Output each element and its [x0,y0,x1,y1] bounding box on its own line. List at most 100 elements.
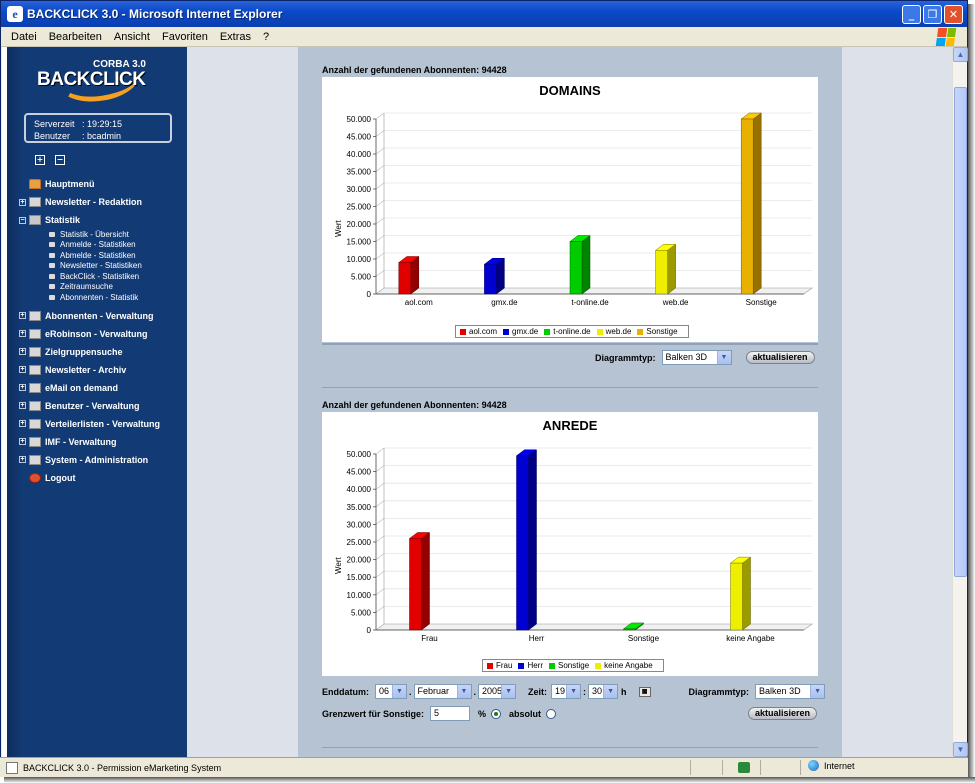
y-tick-label: 40.000 [347,150,372,159]
sidebar-item-hauptmenu[interactable]: Hauptmenü [7,175,187,193]
sub-item-abmelde-statistiken[interactable]: Abmelde - Statistiken [7,250,187,261]
server-info-box: Serverzeit: 19:29:15 Benutzer: bcadmin [24,113,172,143]
expand-icon[interactable]: + [19,348,26,355]
sidebar-item-abonnenten-verwaltung[interactable]: + Abonnenten - Verwaltung [7,307,187,325]
sidebar-nav: Hauptmenü + Newsletter - Redaktion − Stati… [7,175,187,487]
y-tick-label: 45.000 [347,133,372,142]
anrede-diagrammtyp-select[interactable]: Balken 3D ▼ [755,684,826,699]
grenzwert-input[interactable]: 5 [430,706,471,721]
y-tick-label: 0 [367,626,372,635]
menu-extras[interactable]: Extras [220,31,251,43]
sidebar-item-logout[interactable]: Logout [7,469,187,487]
y-tick-label: 25.000 [347,538,372,547]
sub-bullet-icon [49,231,55,237]
anrede-chart-svg: 0 5.000 10.000 15.000 20.000 25.000 30.000 35.0… [347,447,813,643]
sidebar-item-newsletter-redaktion[interactable]: + Newsletter - Redaktion [7,193,187,211]
sub-item-anmelde-statistiken[interactable]: Anmelde - Statistiken [7,240,187,251]
sidebar-item-erobinson-verwaltung[interactable]: + eRobinson - Verwaltung [7,325,187,343]
menu-bearbeiten[interactable]: Bearbeiten [49,31,102,43]
calendar-icon[interactable]: ▦ [638,686,651,697]
close-button[interactable]: ✕ [944,5,963,24]
legend-item-keine-angabe: keine Angabe [595,661,653,670]
scroll-up-icon[interactable]: ▲ [953,47,968,62]
expand-icon[interactable]: + [19,384,26,391]
sidebar-item-zielgruppensuche[interactable]: + Zielgruppensuche [7,343,187,361]
domains-legend: aol.com gmx.de t-online.de web.de Sonsti… [455,325,689,338]
page-icon [6,761,18,774]
minimize-button[interactable]: _ [902,5,921,24]
y-tick-label: 30.000 [347,520,372,529]
vertical-scrollbar[interactable]: ▲ ▼ [952,47,968,757]
year-select[interactable]: 2005 ▼ [478,684,517,699]
sub-item-statistik-uebersicht[interactable]: Statistik - Übersicht [7,229,187,240]
legend-item-gmx: gmx.de [503,327,538,336]
scroll-down-icon[interactable]: ▼ [953,742,968,757]
absolut-radio[interactable] [546,708,557,719]
chevron-down-icon: ▼ [566,685,581,698]
domains-diagrammtyp-select[interactable]: Balken 3D ▼ [661,350,732,365]
bar-t-online-de [569,235,591,295]
menu-favoriten[interactable]: Favoriten [162,31,208,43]
y-tick-label: 0 [367,290,372,299]
x-tick-label: t-online.de [571,298,609,307]
percent-radio[interactable] [491,708,502,719]
y-tick-label: 25.000 [347,203,372,212]
sidebar-item-benutzer-verwaltung[interactable]: + Benutzer - Verwaltung [7,397,187,415]
home-icon [29,179,41,189]
section-divider [322,747,818,748]
expand-icon[interactable]: + [19,198,26,206]
sidebar-item-statistik[interactable]: − Statistik [7,211,187,229]
user-value: : bcadmin [82,131,122,141]
folder-icon [29,418,41,429]
menu-help[interactable]: ? [263,31,269,43]
stats-icon [29,215,41,225]
expand-icon[interactable]: + [19,402,26,409]
scroll-thumb[interactable] [954,87,967,577]
menu-datei[interactable]: Datei [11,31,37,43]
folder-icon [29,328,41,339]
sidebar-item-system-administration[interactable]: + System - Administration [7,451,187,469]
sidebar-item-email-on-demand[interactable]: + eMail on demand [7,379,187,397]
minute-select[interactable]: 30 ▼ [588,684,619,699]
menu-ansicht[interactable]: Ansicht [114,31,150,43]
collapse-all-icon[interactable]: − [55,155,65,165]
y-tick-label: 10.000 [347,255,372,264]
maximize-button[interactable]: ❐ [923,5,942,24]
y-tick-label: 35.000 [347,168,372,177]
sub-bullet-icon [49,263,55,269]
expand-icon[interactable]: + [19,366,26,373]
expand-icon[interactable]: + [19,438,26,445]
x-tick-label: Herr [529,634,545,643]
y-tick-label: 50.000 [347,115,372,124]
month-select[interactable]: Februar ▼ [413,684,472,699]
sub-bullet-icon [49,252,55,258]
hour-select[interactable]: 19 ▼ [551,684,582,699]
sub-item-backclick-statistiken[interactable]: BackClick - Statistiken [7,271,187,282]
sidebar-item-imf-verwaltung[interactable]: + IMF - Verwaltung [7,433,187,451]
absolut-label: absolut [509,708,542,719]
enddatum-label: Enddatum: [322,686,369,697]
chevron-down-icon: ▼ [603,685,618,698]
page-viewport: CORBA 3.0 BACKCLICK Serverzeit: 19:29:15… [2,47,952,757]
folder-icon [29,454,41,465]
expand-all-icon[interactable]: + [35,155,45,165]
domains-found-count: Anzahl der gefundenen Abonnenten: 94428 [322,65,507,75]
expand-icon[interactable]: + [19,420,26,427]
sub-item-newsletter-statistiken[interactable]: Newsletter - Statistiken [7,261,187,272]
anrede-update-button[interactable]: aktualisieren [748,707,818,720]
right-margin [842,47,952,757]
y-tick-label: 15.000 [347,238,372,247]
expand-icon[interactable]: + [19,330,26,337]
anrede-legend: Frau Herr Sonstige keine Angabe [482,659,664,672]
sub-item-abonnenten-statistik[interactable]: Abonnenten - Statistik [7,292,187,303]
sub-item-zeitraumsuche[interactable]: Zeitraumsuche [7,282,187,293]
sidebar-item-newsletter-archiv[interactable]: + Newsletter - Archiv [7,361,187,379]
collapse-icon[interactable]: − [19,216,26,224]
domains-update-button[interactable]: aktualisieren [745,351,815,364]
security-icon [738,762,750,773]
sidebar-item-verteilerlisten-verwaltung[interactable]: + Verteilerlisten - Verwaltung [7,415,187,433]
expand-icon[interactable]: + [19,312,26,319]
anrede-y-axis-label: Wert [334,557,343,574]
expand-icon[interactable]: + [19,456,26,463]
day-select[interactable]: 06 ▼ [375,684,407,699]
